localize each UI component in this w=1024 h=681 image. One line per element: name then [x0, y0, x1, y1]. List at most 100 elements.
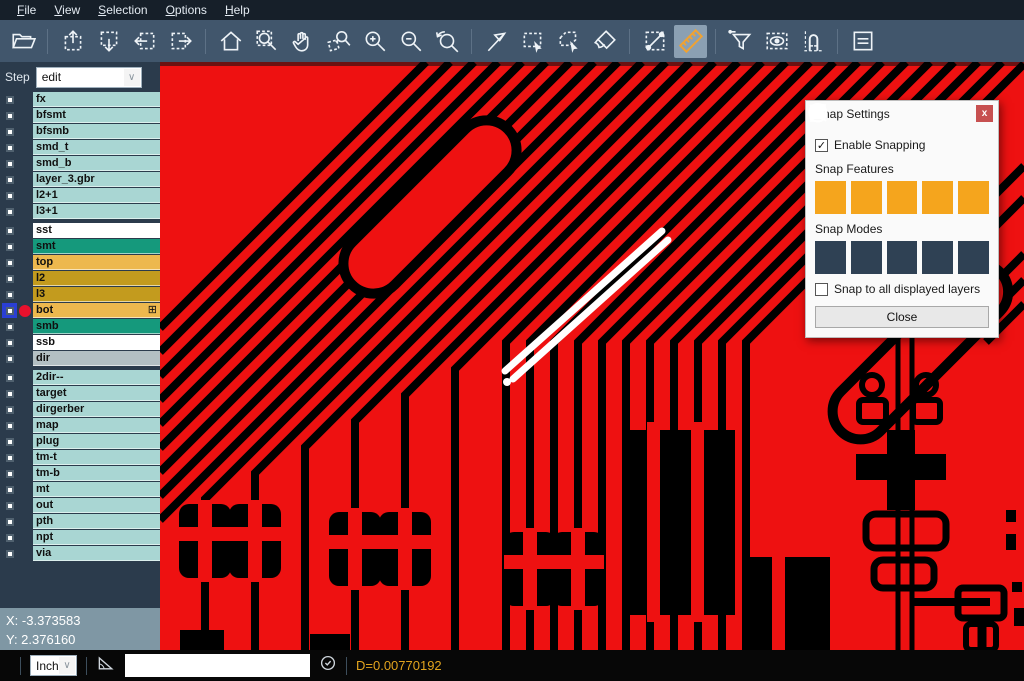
layer-name-cell[interactable]: npt [33, 530, 160, 545]
layer-name-cell[interactable]: mt [33, 482, 160, 497]
layer-row[interactable]: l3+1 [0, 204, 160, 219]
layer-visibility-checkbox[interactable] [6, 291, 14, 299]
layer-name-cell[interactable]: bfsmb [33, 124, 160, 139]
layer-visibility-checkbox[interactable] [6, 518, 14, 526]
layer-name-cell[interactable]: dir [33, 351, 160, 366]
layer-row[interactable]: smd_b [0, 156, 160, 171]
layer-row[interactable]: target [0, 386, 160, 401]
menu-item[interactable]: View [45, 3, 89, 17]
layer-name-cell[interactable]: dirgerber [33, 402, 160, 417]
filter-button[interactable] [724, 25, 757, 58]
snap-mode-pad-entry-button[interactable] [887, 241, 918, 274]
layer-visibility-checkbox[interactable] [6, 275, 14, 283]
ruler-button[interactable] [674, 25, 707, 58]
zoom-window-button[interactable] [250, 25, 283, 58]
layer-visibility-checkbox[interactable] [6, 176, 14, 184]
command-input[interactable] [125, 654, 310, 677]
snap-all-layers-checkbox[interactable] [815, 283, 828, 296]
select-rectangle-button[interactable] [516, 25, 549, 58]
layer-row[interactable]: bfsmb [0, 124, 160, 139]
menu-item[interactable]: Selection [89, 3, 156, 17]
layer-visibility-checkbox[interactable] [6, 96, 14, 104]
layer-visibility-checkbox[interactable] [6, 160, 14, 168]
layer-name-cell[interactable]: ssb [33, 335, 160, 350]
layer-name-cell[interactable]: smt [33, 239, 160, 254]
layer-visibility-checkbox[interactable] [6, 355, 14, 363]
layer-name-cell[interactable]: fx [33, 92, 160, 107]
clear-selection-button[interactable] [588, 25, 621, 58]
layer-row[interactable]: bot ⊞ [0, 303, 160, 318]
layer-name-cell[interactable]: plug [33, 434, 160, 449]
layer-row[interactable]: mt [0, 482, 160, 497]
layer-name-cell[interactable]: pth [33, 514, 160, 529]
layer-visibility-checkbox[interactable] [6, 390, 14, 398]
layer-name-cell[interactable]: smb [33, 319, 160, 334]
layer-visibility-checkbox[interactable] [6, 323, 14, 331]
layer-visibility-checkbox[interactable] [6, 227, 14, 235]
home-view-button[interactable] [214, 25, 247, 58]
dialog-title-bar[interactable]: Snap Settings [806, 101, 998, 127]
output-right-button[interactable] [164, 25, 197, 58]
layer-row[interactable]: layer_3.gbr [0, 172, 160, 187]
snap-feature-surface-button[interactable] [887, 181, 918, 214]
layer-name-cell[interactable]: target [33, 386, 160, 401]
snap-mode-pad-origin-button[interactable] [922, 241, 953, 274]
angle-tool-button[interactable] [96, 653, 116, 678]
layer-name-cell[interactable]: l2 [33, 271, 160, 286]
layer-row[interactable]: sst [0, 223, 160, 238]
layer-name-cell[interactable]: bot ⊞ [33, 303, 160, 318]
layer-row[interactable]: out [0, 498, 160, 513]
layer-visibility-checkbox[interactable] [6, 550, 14, 558]
layer-visibility-checkbox[interactable] [6, 112, 14, 120]
layer-row[interactable]: top [0, 255, 160, 270]
layer-row[interactable]: dir [0, 351, 160, 366]
layer-name-cell[interactable]: bfsmt [33, 108, 160, 123]
layer-row[interactable]: via [0, 546, 160, 561]
zoom-object-button[interactable] [322, 25, 355, 58]
unit-select[interactable]: Inch [30, 655, 77, 676]
layer-row[interactable]: npt [0, 530, 160, 545]
pan-button[interactable] [286, 25, 319, 58]
layer-row[interactable]: 2dir-- [0, 370, 160, 385]
layer-row[interactable]: map [0, 418, 160, 433]
layer-row[interactable]: plug [0, 434, 160, 449]
layer-visibility-checkbox[interactable] [6, 438, 14, 446]
snap-feature-text-button[interactable] [958, 181, 989, 214]
menu-item[interactable]: File [8, 3, 45, 17]
layer-row[interactable]: smt [0, 239, 160, 254]
layer-visibility-checkbox[interactable] [6, 128, 14, 136]
layer-name-cell[interactable]: via [33, 546, 160, 561]
snap-settings-button[interactable] [796, 25, 829, 58]
layer-row[interactable]: pth [0, 514, 160, 529]
pcb-canvas[interactable]: Snap Settings x Enable Snapping Snap Fea… [160, 62, 1024, 650]
layer-row[interactable]: l2+1 [0, 188, 160, 203]
open-button[interactable] [6, 25, 39, 58]
layer-visibility-checkbox[interactable] [6, 454, 14, 462]
report-button[interactable] [846, 25, 879, 58]
layer-name-cell[interactable]: tm-b [33, 466, 160, 481]
layer-visibility-checkbox[interactable] [6, 192, 14, 200]
step-select[interactable]: edit [36, 67, 142, 88]
zoom-in-button[interactable] [358, 25, 391, 58]
layer-visibility-checkbox[interactable] [6, 406, 14, 414]
layer-row[interactable]: smb [0, 319, 160, 334]
output-left-button[interactable] [128, 25, 161, 58]
layer-visibility-checkbox[interactable] [6, 470, 14, 478]
layer-name-cell[interactable]: l3 [33, 287, 160, 302]
layer-name-cell[interactable]: map [33, 418, 160, 433]
layer-name-cell[interactable]: smd_b [33, 156, 160, 171]
snap-mode-point-on-line-button[interactable] [851, 241, 882, 274]
layer-visibility-checkbox[interactable] [6, 144, 14, 152]
view-options-button[interactable] [760, 25, 793, 58]
layer-name-cell[interactable]: layer_3.gbr [33, 172, 160, 187]
zoom-previous-button[interactable] [430, 25, 463, 58]
layer-visibility-checkbox[interactable] [6, 486, 14, 494]
layer-visibility-checkbox[interactable] [6, 422, 14, 430]
zoom-out-button[interactable] [394, 25, 427, 58]
layer-name-cell[interactable]: tm-t [33, 450, 160, 465]
layer-row[interactable]: bfsmt [0, 108, 160, 123]
layer-visibility-checkbox[interactable] [6, 243, 14, 251]
snap-feature-line-button[interactable] [815, 181, 846, 214]
output-bottom-button[interactable] [92, 25, 125, 58]
enable-snapping-checkbox[interactable] [815, 139, 828, 152]
